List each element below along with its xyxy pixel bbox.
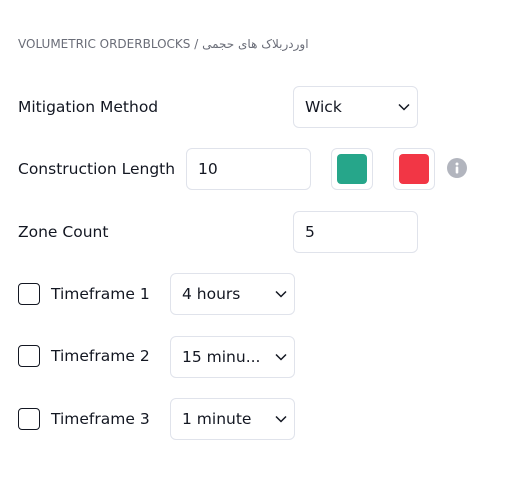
timeframe-1-value: 4 hours	[182, 285, 241, 303]
breadcrumb-subtitle: اوردربلاک های حجمی	[202, 37, 309, 51]
zone-count-input[interactable]: 5	[293, 211, 418, 253]
mitigation-method-value: Wick	[305, 98, 342, 116]
mitigation-method-label: Mitigation Method	[18, 98, 159, 116]
timeframe-1-label: Timeframe 1	[51, 285, 150, 303]
zone-count-label: Zone Count	[18, 223, 109, 241]
timeframe-3-checkbox[interactable]	[18, 408, 40, 430]
timeframe-1-select[interactable]: 4 hours	[170, 273, 295, 315]
timeframe-3-select[interactable]: 1 minute	[170, 398, 295, 440]
timeframe-3-label: Timeframe 3	[51, 410, 150, 428]
bearish-color-swatch	[399, 154, 429, 184]
info-icon[interactable]	[447, 158, 467, 178]
breadcrumb: VOLUMETRIC ORDERBLOCKS / اوردربلاک های ح…	[18, 37, 309, 51]
zone-count-value: 5	[305, 223, 315, 241]
construction-length-label: Construction Length	[18, 160, 176, 178]
chevron-down-icon	[391, 103, 417, 111]
construction-length-input[interactable]: 10	[186, 148, 311, 190]
timeframe-2-label: Timeframe 2	[51, 347, 150, 365]
timeframe-1-checkbox[interactable]	[18, 283, 40, 305]
bullish-color-picker[interactable]	[331, 148, 373, 190]
timeframe-2-checkbox[interactable]	[18, 345, 40, 367]
timeframe-2-select[interactable]: 15 minu...	[170, 336, 295, 378]
chevron-down-icon	[268, 353, 294, 361]
bearish-color-picker[interactable]	[393, 148, 435, 190]
bullish-color-swatch	[337, 154, 367, 184]
chevron-down-icon	[268, 415, 294, 423]
breadcrumb-separator: /	[194, 37, 199, 51]
timeframe-3-value: 1 minute	[182, 410, 252, 428]
construction-length-value: 10	[198, 160, 218, 178]
mitigation-method-select[interactable]: Wick	[293, 86, 418, 128]
timeframe-2-value: 15 minu...	[182, 348, 261, 366]
chevron-down-icon	[268, 290, 294, 298]
breadcrumb-title: VOLUMETRIC ORDERBLOCKS	[18, 37, 191, 51]
